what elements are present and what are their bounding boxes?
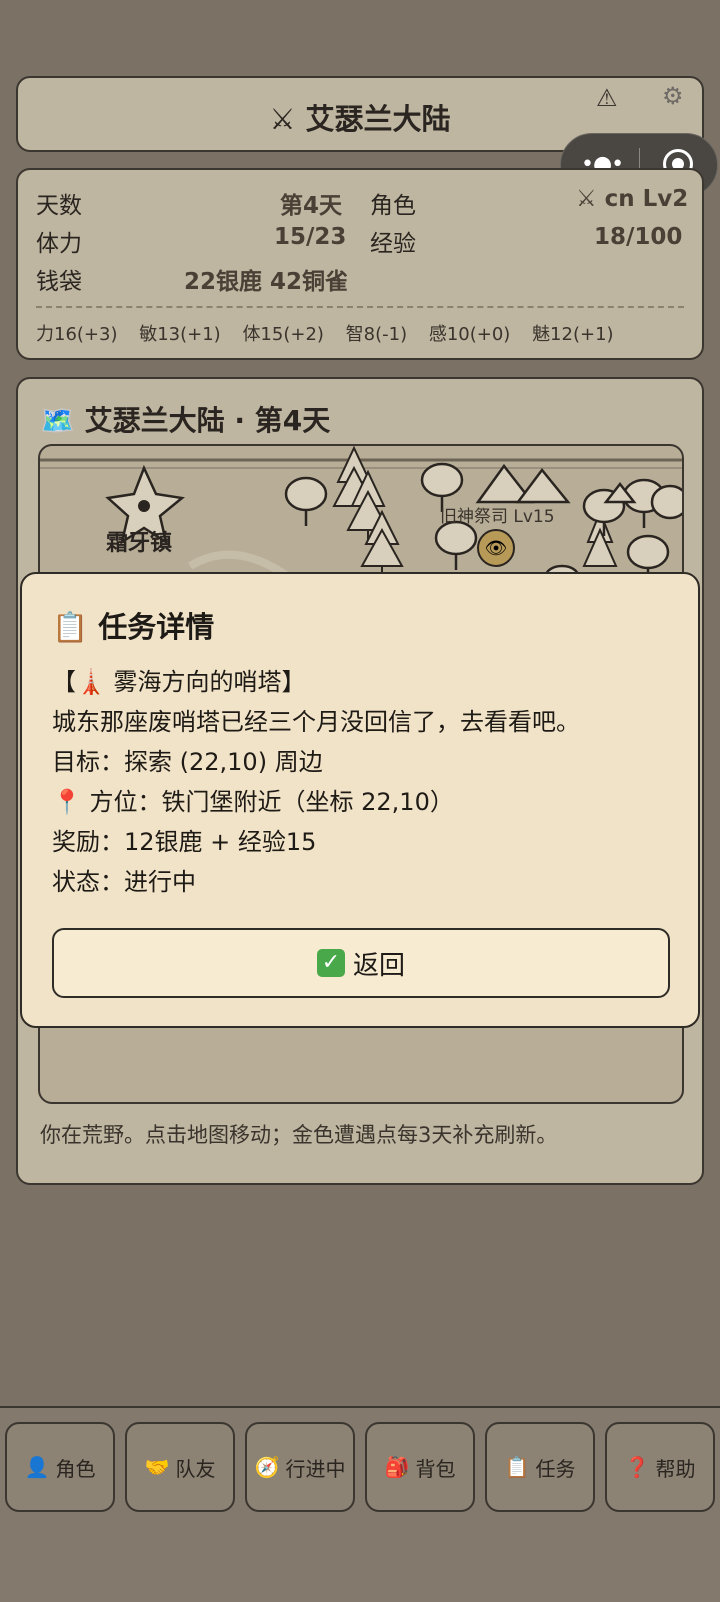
quest-status: 状态：进行中: [52, 868, 196, 896]
quest-reward: 奖励：12银鹿 + 经验15: [52, 828, 317, 856]
quest-location: 📍 方位：铁门堡附近（坐标 22,10）: [52, 788, 454, 816]
check-icon: ✓: [316, 949, 345, 977]
modal-title: 📋 任务详情: [52, 610, 215, 644]
quest-name: 【🗼 雾海方向的哨塔】: [52, 668, 306, 696]
quest-detail-modal: 📋 任务详情 【🗼 雾海方向的哨塔】 城东那座废哨塔已经三个月没回信了，去看看吧…: [20, 572, 700, 1028]
back-label: 返回: [352, 950, 405, 981]
modal-overlay: 📋 任务详情 【🗼 雾海方向的哨塔】 城东那座废哨塔已经三个月没回信了，去看看吧…: [0, 0, 720, 1600]
quest-objective: 目标：探索 (22,10) 周边: [52, 748, 323, 776]
back-button[interactable]: ✓ 返回: [52, 928, 670, 998]
quest-description: 城东那座废哨塔已经三个月没回信了，去看看吧。: [52, 708, 580, 736]
